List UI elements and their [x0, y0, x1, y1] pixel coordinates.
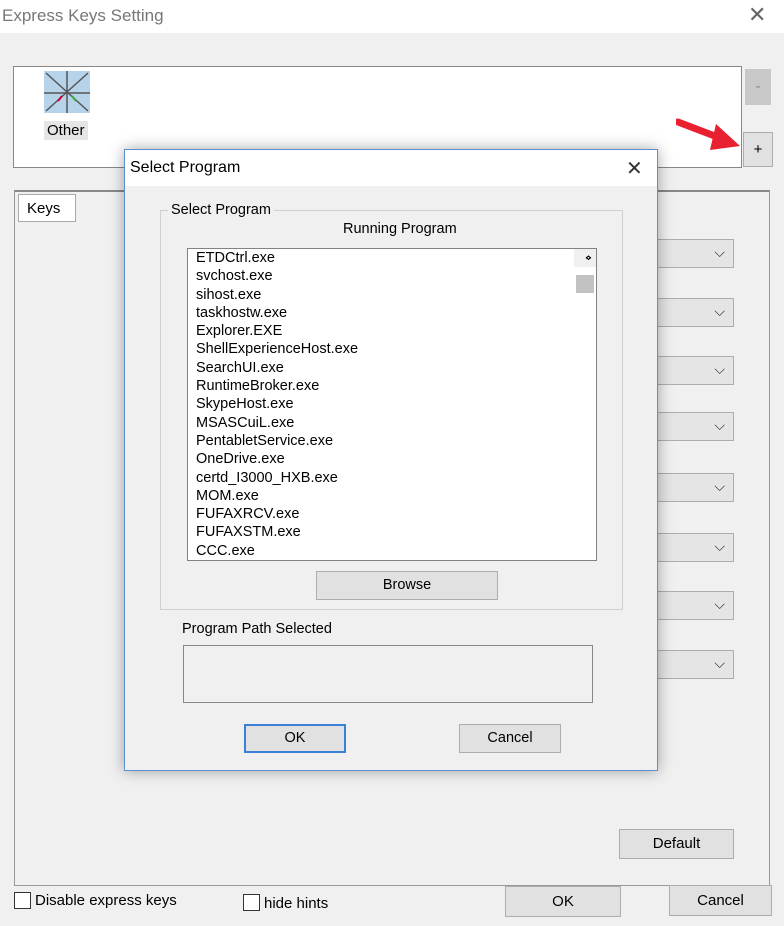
program-list-item[interactable]: SkypeHost.exe [192, 395, 596, 413]
other-program-label[interactable]: Other [44, 121, 88, 140]
key-combo-2[interactable]: ⌵ [656, 298, 734, 327]
tab-keys[interactable]: Keys [18, 194, 76, 222]
dialog-title: Select Program [130, 159, 241, 176]
key-combo-7[interactable]: ⌵ [656, 591, 734, 620]
other-program-icon[interactable] [44, 71, 90, 113]
close-icon[interactable]: ✕ [748, 2, 766, 28]
group-label: Select Program [168, 202, 274, 218]
add-program-button[interactable]: + [743, 132, 773, 167]
chevron-down-icon: ⌵ [714, 417, 725, 433]
disable-express-keys-label: Disable express keys [35, 892, 177, 909]
chevron-down-icon: ⌵ [714, 596, 725, 612]
disable-express-keys-checkbox[interactable] [14, 892, 31, 909]
chevron-down-icon: ⌵ [714, 655, 725, 671]
program-list-item[interactable]: RuntimeBroker.exe [192, 377, 596, 395]
program-list-item[interactable]: FUFAXSTM.exe [192, 523, 596, 541]
scroll-down-icon[interactable]: ⌄ [579, 249, 594, 265]
program-list-item[interactable]: svchost.exe [192, 267, 596, 285]
key-combo-5[interactable]: ⌵ [656, 473, 734, 502]
key-combo-1[interactable]: ⌵ [656, 239, 734, 268]
program-list-item[interactable]: MOM.exe [192, 487, 596, 505]
default-button[interactable]: Default [619, 829, 734, 859]
chevron-down-icon: ⌵ [714, 244, 725, 260]
program-path-field[interactable] [183, 645, 593, 703]
program-list-item[interactable]: SearchUI.exe [192, 359, 596, 377]
chevron-down-icon: ⌵ [714, 303, 725, 319]
key-combo-6[interactable]: ⌵ [656, 533, 734, 562]
hide-hints-label: hide hints [264, 895, 329, 912]
program-list-item[interactable]: Explorer.EXE [192, 322, 596, 340]
chevron-down-icon: ⌵ [714, 538, 725, 554]
dialog-ok-button[interactable]: OK [244, 724, 346, 753]
program-list-item[interactable]: CCC.exe [192, 542, 596, 560]
red-arrow-annotation [676, 118, 740, 150]
dialog-close-icon[interactable]: ✕ [626, 156, 643, 181]
key-combo-4[interactable]: ⌵ [656, 412, 734, 441]
remove-program-button[interactable]: - [745, 69, 771, 105]
program-path-label: Program Path Selected [182, 621, 332, 637]
dialog-cancel-button[interactable]: Cancel [459, 724, 561, 753]
running-program-list[interactable]: ETDCtrl.exe svchost.exe sihost.exe taskhost… [187, 248, 597, 561]
program-list-item[interactable]: ShellExperienceHost.exe [192, 340, 596, 358]
window-title: Express Keys Setting [2, 6, 164, 25]
key-combo-3[interactable]: ⌵ [656, 356, 734, 385]
program-list-item[interactable]: PentabletService.exe [192, 432, 596, 450]
program-list-item[interactable]: certd_I3000_HXB.exe [192, 469, 596, 487]
ok-button[interactable]: OK [505, 886, 621, 917]
hide-hints-checkbox[interactable] [243, 894, 260, 911]
program-list-item[interactable]: MSASCuiL.exe [192, 414, 596, 432]
scrollbar[interactable]: ⌃ ⌄ [574, 249, 596, 294]
program-list-item[interactable]: taskhostw.exe [192, 304, 596, 322]
program-list-item[interactable]: sihost.exe [192, 286, 596, 304]
chevron-down-icon: ⌵ [714, 361, 725, 377]
browse-button[interactable]: Browse [316, 571, 498, 600]
program-list-item[interactable]: ETDCtrl.exe [192, 249, 596, 267]
chevron-down-icon: ⌵ [714, 478, 725, 494]
cancel-button[interactable]: Cancel [669, 885, 772, 916]
program-list-item[interactable]: FUFAXRCV.exe [192, 505, 596, 523]
running-program-label: Running Program [343, 221, 457, 237]
key-combo-8[interactable]: ⌵ [656, 650, 734, 679]
program-list-item[interactable]: OneDrive.exe [192, 450, 596, 468]
select-program-dialog: Select Program ✕ Select Program Running … [124, 149, 658, 771]
scrollbar-thumb[interactable] [576, 275, 594, 294]
